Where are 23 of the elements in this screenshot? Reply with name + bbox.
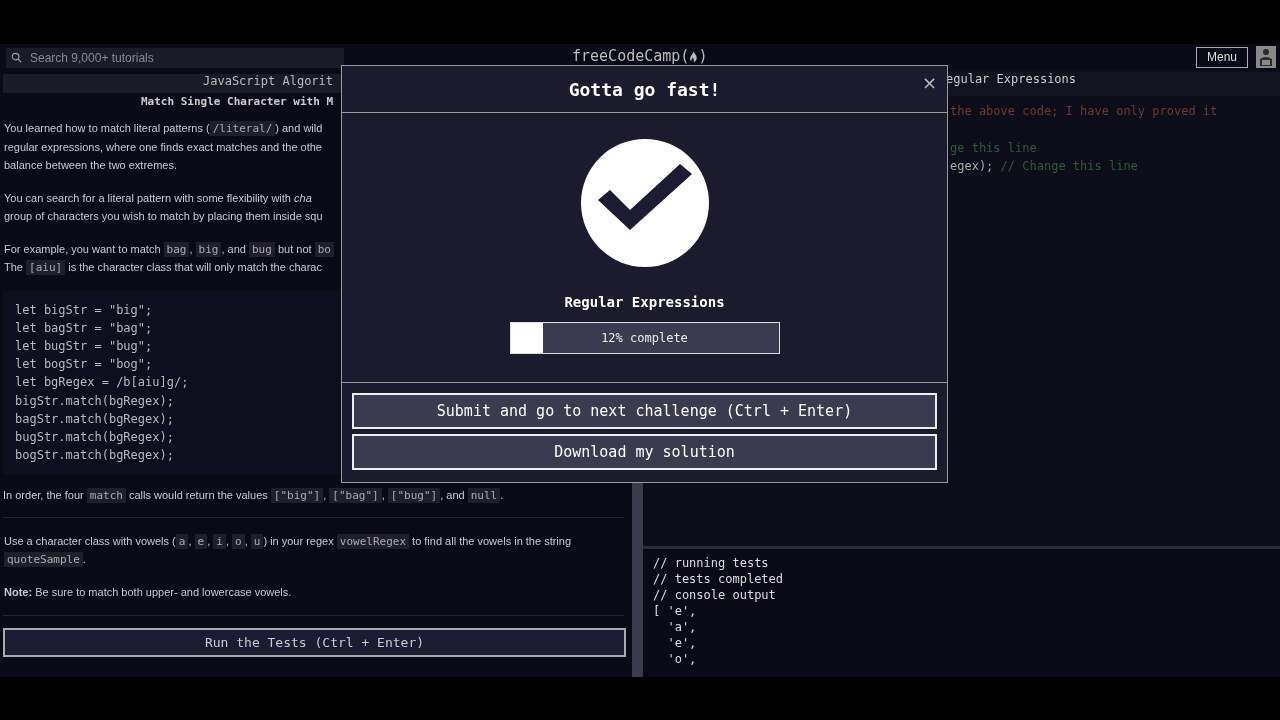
run-tests-button[interactable]: Run the Tests (Ctrl + Enter) (3, 628, 626, 658)
paragraph-line: Use a character class with vowels ( a , e , i , o , u ) in your regex vowelRegex to find all the vowels in the string (4, 532, 573, 551)
flame-icon (689, 49, 699, 63)
challenge-title: Match Single Character with M (140, 94, 335, 110)
code-line: the above code; I have only proved it (950, 103, 1219, 120)
close-button[interactable]: × (919, 72, 939, 93)
dialog-button[interactable]: Submit and go to next challenge (Ctrl + Enter) (352, 393, 937, 429)
checkmark-icon (579, 138, 710, 268)
avatar-icon[interactable] (1256, 46, 1276, 68)
paragraph-line: quoteSample . (4, 550, 632, 569)
menu-button[interactable]: Menu (1195, 46, 1248, 68)
paragraph-line: You can search for a literal pattern with some flexibility with cha (4, 190, 313, 206)
dialog-button[interactable]: Download my solution (352, 434, 937, 470)
logo-text: ) (698, 47, 708, 65)
code-line: ge this line (950, 139, 1038, 157)
search-field[interactable]: Search 9,000+ tutorials (6, 48, 344, 68)
code-line: egex); // Change this line (950, 157, 1139, 175)
paragraph-line: regular expressions, where one finds exact matches and the othe (4, 139, 323, 155)
paragraph: In order, the four match calls would return the values ["big"] , ["bag"] , ["bug"] , and null . (3, 487, 505, 505)
paragraph-line: Note: Be sure to match both upper- and lowercase vowels. (4, 584, 293, 600)
logo-text: freeCodeCamp( (572, 47, 690, 65)
paragraph-line: balance between the two extremes. (4, 158, 179, 173)
paragraph-line: group of characters you wish to match by placing them inside squ (4, 209, 324, 224)
